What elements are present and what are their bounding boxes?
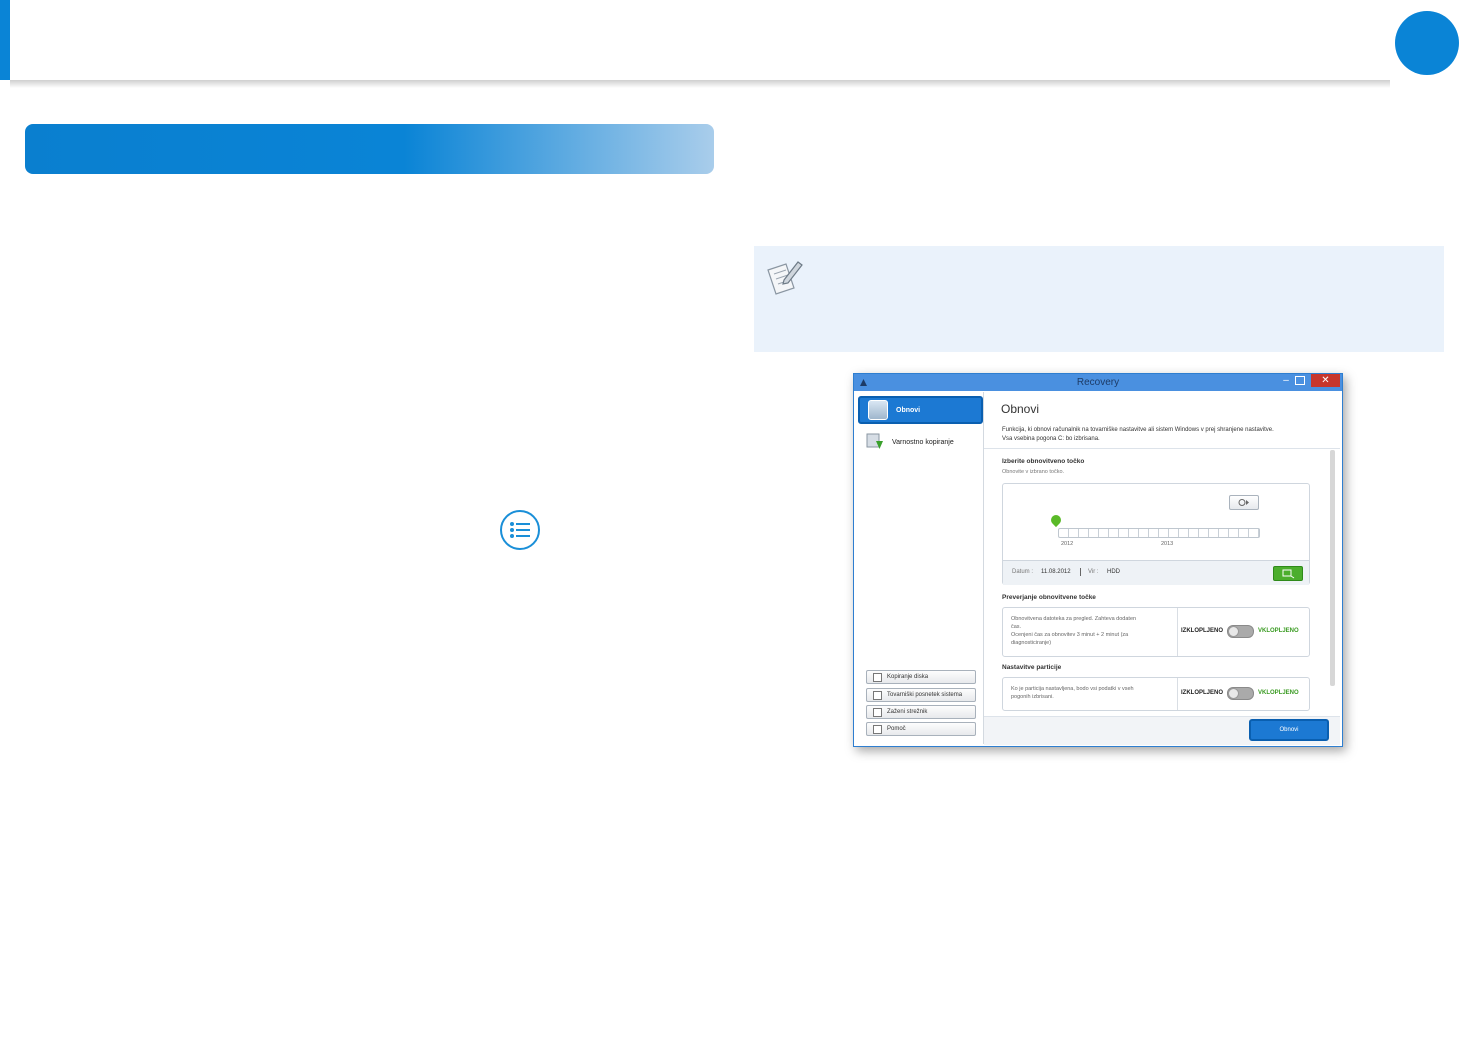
partition-text-line: pogonih izbrisani. [1011, 694, 1054, 700]
timeline-year-label: 2012 [1061, 541, 1074, 547]
timeline-track[interactable] [1058, 528, 1260, 538]
close-button[interactable]: ✕ [1311, 374, 1340, 387]
partition-box: Ko je particija nastavljena, bodo vsi po… [1002, 677, 1310, 711]
refresh-icon [1238, 499, 1249, 506]
start-server-button[interactable]: Zaženi strežnik [866, 705, 976, 719]
timeline-refresh-button[interactable] [1229, 495, 1259, 510]
list-menu-icon[interactable] [500, 510, 540, 550]
partition-text-line: Ko je particija nastavljena, bodo vsi po… [1011, 686, 1134, 692]
kopiranje-diska-button[interactable]: Kopiranje diska [866, 670, 976, 684]
sidebar-item-label: Obnovi [896, 406, 921, 414]
partition-divider [1177, 678, 1178, 710]
verify-heading: Preverjanje obnovitvene točke [1002, 594, 1096, 601]
help-icon [873, 724, 882, 734]
restore-point-info: Datum : 11.08.2012 Vir : HDD [1003, 560, 1309, 585]
note-pencil-icon [764, 258, 804, 301]
source-value: HDD [1107, 569, 1120, 575]
main-header: Obnovi Funkcija, ki obnovi računalnik na… [984, 392, 1340, 449]
window-titlebar: Recovery – ✕ [854, 374, 1342, 391]
main-footer: Obnovi [984, 716, 1340, 745]
verify-text-line: čas. [1011, 624, 1022, 630]
server-icon [873, 707, 882, 717]
description-line: Vsa vsebina pogona C: bo izbrisana. [1002, 436, 1100, 442]
verify-on-label: VKLOPLJENO [1258, 628, 1299, 634]
verify-divider [1177, 608, 1178, 656]
page-title: Obnovi [1001, 402, 1040, 416]
info-separator [1080, 568, 1081, 576]
sidebar-item-label: Varnostno kopiranje [892, 438, 954, 446]
page-number-badge [1395, 11, 1459, 75]
window-title: Recovery [1076, 377, 1120, 388]
header-accent-bar [0, 0, 10, 80]
button-label: Kopiranje diska [887, 674, 929, 680]
details-icon [1282, 569, 1295, 579]
source-label: Vir : [1088, 569, 1099, 575]
header-divider [10, 80, 1390, 88]
verify-description: Obnovitvena datoteka za pregled. Zahteva… [1011, 615, 1171, 647]
partition-description: Ko je particija nastavljena, bodo vsi po… [1011, 685, 1171, 701]
obnovi-button[interactable]: Obnovi [1249, 719, 1329, 741]
section-title-banner [25, 124, 714, 174]
toggle-knob [1228, 688, 1239, 699]
minimize-button[interactable]: – [1280, 375, 1292, 387]
button-label: Zaženi strežnik [887, 709, 928, 715]
main-panel: Obnovi Funkcija, ki obnovi računalnik na… [984, 392, 1340, 745]
verify-off-label: IZKLOPLJENO [1181, 628, 1224, 634]
date-label: Datum : [1012, 569, 1034, 575]
note-box [754, 246, 1444, 352]
partition-toggle[interactable] [1227, 687, 1254, 700]
restore-point-subheading: Obnovite v izbrano točko. [1002, 469, 1065, 475]
timeline-marker-icon[interactable] [1048, 512, 1064, 528]
page-description: Funkcija, ki obnovi računalnik na tovarn… [1002, 426, 1312, 444]
recovery-window: Recovery – ✕ Obnovi Varnostno kopiranje … [853, 373, 1343, 747]
backup-icon [866, 433, 884, 451]
sidebar-item-obnovi[interactable]: Obnovi [858, 396, 983, 424]
restore-timeline: 2012 2013 Datum : 11.08.2012 Vir : HDD [1002, 483, 1310, 585]
button-label: Tovarniški posnetek sistema [887, 692, 963, 698]
partition-off-label: IZKLOPLJENO [1181, 690, 1224, 696]
verify-text-line: diagnosticiranje) [1011, 640, 1052, 646]
partition-on-label: VKLOPLJENO [1258, 690, 1299, 696]
system-image-icon [873, 690, 882, 700]
help-button[interactable]: Pomoč [866, 722, 976, 736]
sidebar: Obnovi Varnostno kopiranje Kopiranje dis… [856, 392, 984, 744]
maximize-button[interactable] [1295, 376, 1305, 385]
partition-heading: Nastavitve particije [1002, 664, 1062, 671]
sidebar-item-varnostno-kopiranje[interactable]: Varnostno kopiranje [858, 428, 983, 456]
toggle-knob [1228, 626, 1239, 637]
date-value: 11.08.2012 [1041, 569, 1071, 575]
verify-text-line: Obnovitvena datoteka za pregled. Zahteva… [1011, 616, 1137, 622]
restore-point-heading: Izberite obnovitveno točko [1002, 458, 1085, 465]
restore-icon [868, 400, 888, 420]
factory-image-button[interactable]: Tovarniški posnetek sistema [866, 688, 976, 702]
vertical-scrollbar[interactable] [1330, 450, 1335, 686]
button-label: Pomoč [887, 726, 906, 732]
verify-toggle[interactable] [1227, 625, 1254, 638]
timeline-year-label: 2013 [1161, 541, 1174, 547]
verify-text-line: Ocenjeni čas za obnovitev 3 minut + 2 mi… [1011, 632, 1129, 638]
view-details-button[interactable] [1273, 566, 1303, 581]
description-line: Funkcija, ki obnovi računalnik na tovarn… [1002, 427, 1274, 433]
disk-copy-icon [873, 672, 882, 682]
verify-box: Obnovitvena datoteka za pregled. Zahteva… [1002, 607, 1310, 657]
